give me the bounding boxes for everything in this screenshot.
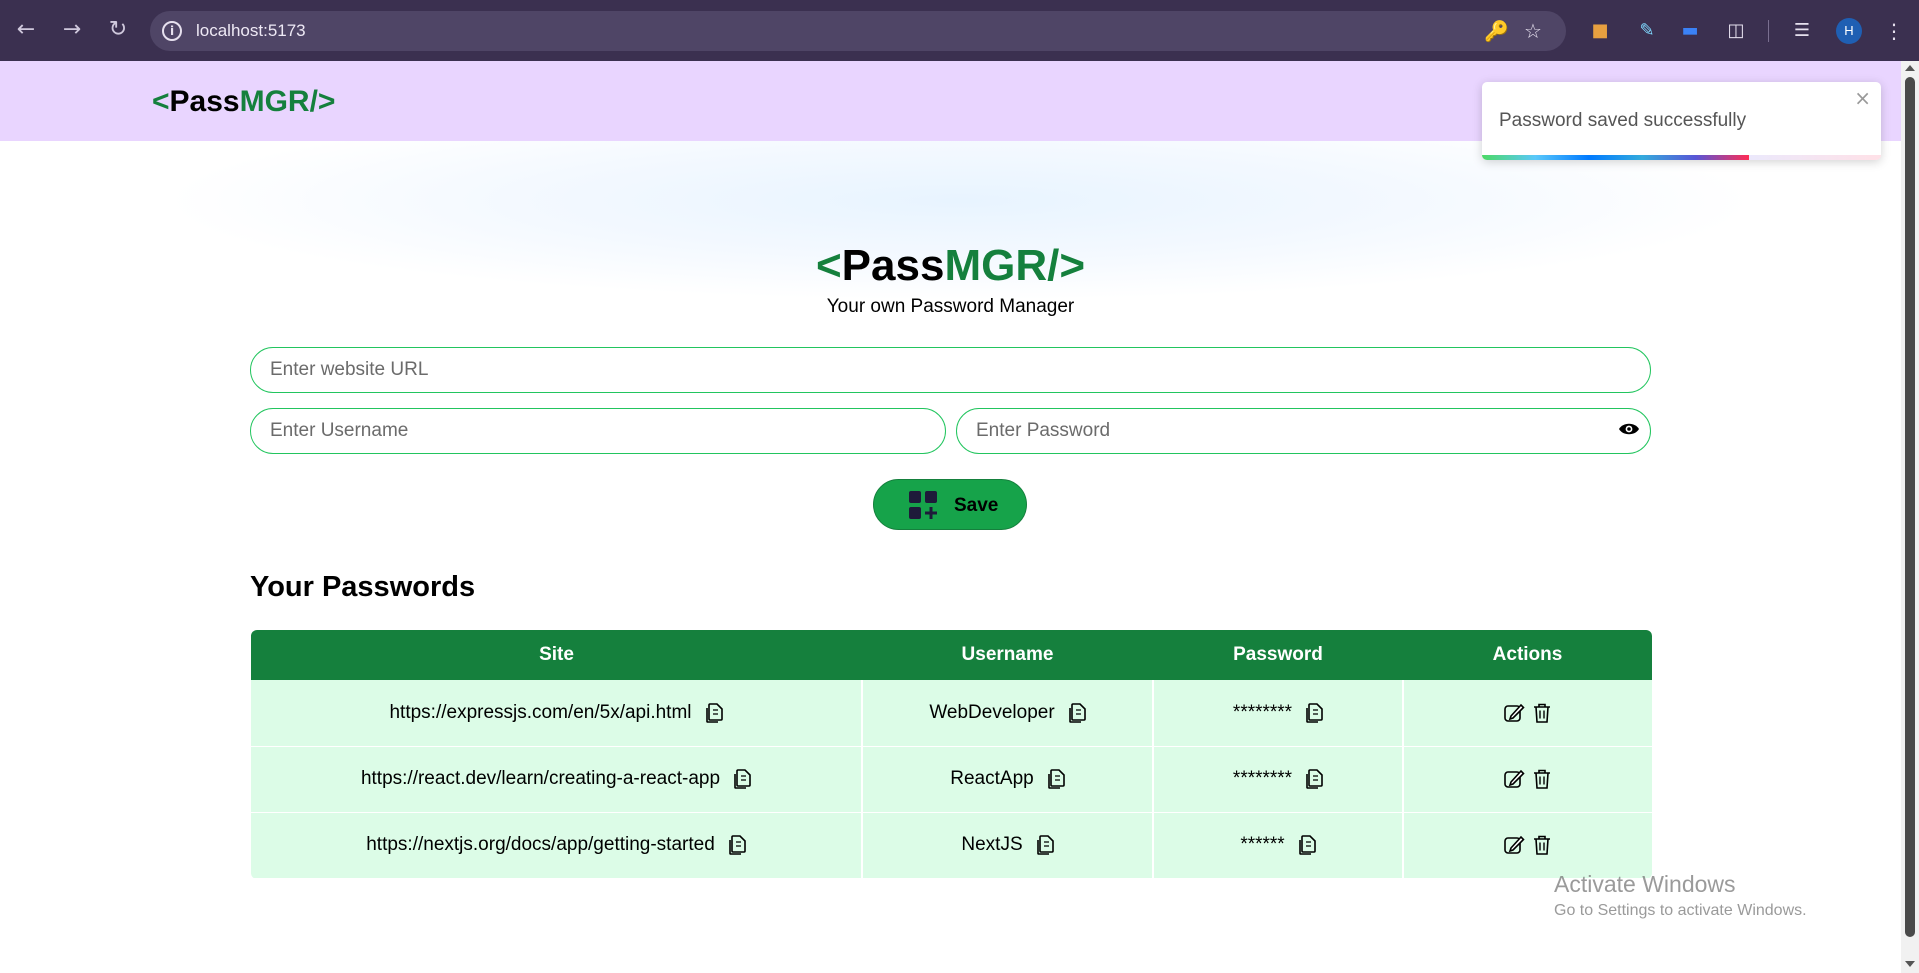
delete-icon[interactable] xyxy=(1531,702,1553,724)
add-grid-icon xyxy=(909,491,937,519)
star-icon[interactable]: ☆ xyxy=(1522,20,1544,42)
actions-cell xyxy=(1403,680,1652,747)
password-text: ****** xyxy=(1240,834,1285,855)
delete-icon[interactable] xyxy=(1531,768,1553,790)
toast-close-icon[interactable]: × xyxy=(1854,86,1871,110)
column-header-username: Username xyxy=(862,630,1153,680)
username-cell: NextJS xyxy=(862,812,1154,879)
reload-icon[interactable]: ↻ xyxy=(106,18,130,42)
username-cell: WebDeveloper xyxy=(862,680,1154,747)
activate-windows-watermark: Activate Windows Go to Settings to activ… xyxy=(1554,871,1807,920)
table-row: https://expressjs.com/en/5x/api.html WebD… xyxy=(251,680,1652,747)
edit-icon[interactable] xyxy=(1503,702,1525,724)
media-icon[interactable]: ☰ xyxy=(1790,19,1814,43)
actions-cell xyxy=(1403,812,1652,879)
site-cell: https://expressjs.com/en/5x/api.html xyxy=(251,680,863,747)
password-cell: ****** xyxy=(1153,812,1404,879)
column-header-password: Password xyxy=(1153,630,1403,680)
column-header-actions: Actions xyxy=(1403,630,1652,680)
page: <PassMGR/> <PassMGR/> Your own Password … xyxy=(0,61,1919,973)
forward-icon[interactable]: → xyxy=(60,18,84,42)
copy-icon[interactable] xyxy=(1047,769,1065,789)
copy-icon[interactable] xyxy=(1306,769,1323,789)
watermark-title: Activate Windows xyxy=(1554,871,1736,897)
copy-icon[interactable] xyxy=(1068,702,1086,723)
delete-icon[interactable] xyxy=(1531,834,1553,856)
navbar-logo[interactable]: <PassMGR/> xyxy=(152,85,335,119)
scrollbar-thumb[interactable] xyxy=(1905,77,1915,937)
password-cell: ******** xyxy=(1153,680,1404,747)
password-cell: ******** xyxy=(1153,746,1404,813)
website-url-input[interactable] xyxy=(250,347,1651,393)
copy-icon[interactable] xyxy=(705,702,723,723)
puzzle-icon[interactable]: ◫ xyxy=(1724,19,1748,43)
edit-icon[interactable] xyxy=(1503,834,1525,856)
copy-icon[interactable] xyxy=(734,769,751,789)
table-row: https://react.dev/learn/creating-a-react… xyxy=(251,746,1652,813)
menu-icon[interactable]: ⋮ xyxy=(1882,19,1906,43)
hero-logo: <PassMGR/> xyxy=(815,241,1086,290)
table-header-row: Site Username Password Actions xyxy=(251,630,1652,680)
edit-icon[interactable] xyxy=(1503,768,1525,790)
extension-icon[interactable]: ▬ xyxy=(1678,19,1702,43)
profile-avatar[interactable]: H xyxy=(1836,18,1862,44)
eye-icon[interactable] xyxy=(1618,422,1640,436)
toolbar-divider xyxy=(1768,20,1769,42)
username-text: ReactApp xyxy=(950,768,1034,789)
copy-icon[interactable] xyxy=(1298,835,1316,855)
key-icon[interactable]: 🔑 xyxy=(1484,20,1509,42)
address-url[interactable]: localhost:5173 xyxy=(196,11,306,51)
site-info-icon[interactable]: i xyxy=(162,21,182,41)
address-bar[interactable]: i localhost:5173 🔑 ☆ xyxy=(150,11,1566,51)
copy-icon[interactable] xyxy=(728,835,746,855)
passwords-table: Site Username Password Actions https://e… xyxy=(251,630,1652,879)
site-text: https://nextjs.org/docs/app/getting-star… xyxy=(366,834,715,855)
table-row: https://nextjs.org/docs/app/getting-star… xyxy=(251,812,1652,879)
site-text: https://expressjs.com/en/5x/api.html xyxy=(389,701,692,723)
username-cell: ReactApp xyxy=(862,746,1154,813)
password-text: ******** xyxy=(1232,768,1293,789)
scroll-up-arrow[interactable] xyxy=(1905,65,1915,71)
toast-notification: Password saved successfully × xyxy=(1482,82,1881,160)
save-button[interactable]: Save xyxy=(873,479,1027,530)
browser-toolbar: ← → ↻ i localhost:5173 🔑 ☆ ■ ✎ ▬ ◫ ☰ H ⋮ xyxy=(0,0,1919,61)
site-cell: https://react.dev/learn/creating-a-react… xyxy=(251,746,863,813)
back-icon[interactable]: ← xyxy=(14,18,38,42)
extension-icon[interactable]: ■ xyxy=(1588,19,1612,43)
toast-progress-bar xyxy=(1482,155,1750,160)
column-header-site: Site xyxy=(251,630,862,680)
site-text: https://react.dev/learn/creating-a-react… xyxy=(360,768,721,789)
pen-extension-icon[interactable]: ✎ xyxy=(1635,19,1659,43)
save-button-label: Save xyxy=(954,495,999,516)
username-input[interactable] xyxy=(250,408,946,454)
scroll-down-arrow[interactable] xyxy=(1905,961,1915,967)
username-text: WebDeveloper xyxy=(929,701,1055,723)
site-cell: https://nextjs.org/docs/app/getting-star… xyxy=(251,812,863,879)
actions-cell xyxy=(1403,746,1652,813)
copy-icon[interactable] xyxy=(1036,835,1054,855)
password-text: ******** xyxy=(1232,701,1293,723)
passwords-heading: Your Passwords xyxy=(250,571,476,603)
username-text: NextJS xyxy=(961,834,1023,855)
page-scrollbar[interactable] xyxy=(1901,61,1919,973)
watermark-subtitle: Go to Settings to activate Windows. xyxy=(1554,902,1807,919)
hero-subtitle: Your own Password Manager xyxy=(826,296,1075,317)
copy-icon[interactable] xyxy=(1306,702,1323,723)
toast-message: Password saved successfully xyxy=(1499,110,1747,131)
password-input[interactable] xyxy=(956,408,1651,454)
